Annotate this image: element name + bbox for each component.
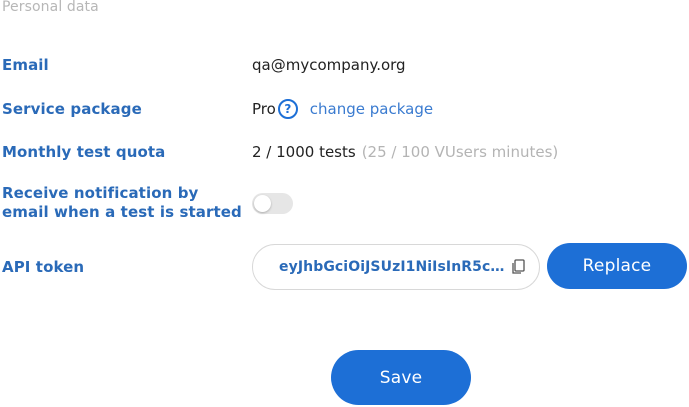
email-text: qa@mycompany.org xyxy=(252,56,406,74)
notification-label-line2: email when a test is started xyxy=(2,203,242,221)
quota-value: 2 / 1000 tests (25 / 100 VUsers minutes) xyxy=(252,143,558,162)
api-token-value: eyJhbGciOiJSUzI1NiIsInR5cCI6I... xyxy=(279,259,507,275)
copy-icon[interactable] xyxy=(511,259,525,275)
question-circle-icon[interactable]: ? xyxy=(277,99,298,119)
service-package-label: Service package xyxy=(2,100,142,118)
save-button[interactable]: Save xyxy=(331,350,471,405)
service-package-value: Pro ? change package xyxy=(252,99,433,119)
quota-tests: 2 / 1000 tests xyxy=(252,143,356,161)
package-name: Pro xyxy=(252,99,276,118)
section-title: Personal data xyxy=(2,0,99,15)
api-token-field[interactable]: eyJhbGciOiJSUzI1NiIsInR5cCI6I... xyxy=(252,244,540,290)
quota-vusers: (25 / 100 VUsers minutes) xyxy=(361,143,559,161)
quota-label: Monthly test quota xyxy=(2,143,166,161)
replace-button[interactable]: Replace xyxy=(547,243,687,289)
email-value: qa@mycompany.org xyxy=(252,56,406,75)
change-package-link[interactable]: change package xyxy=(310,100,433,119)
toggle-knob xyxy=(254,195,271,212)
notification-label: Receive notification by email when a tes… xyxy=(2,184,242,222)
email-label: Email xyxy=(2,56,49,74)
notification-toggle[interactable] xyxy=(252,193,293,214)
notification-label-line1: Receive notification by xyxy=(2,184,199,202)
api-token-label: API token xyxy=(2,258,85,276)
